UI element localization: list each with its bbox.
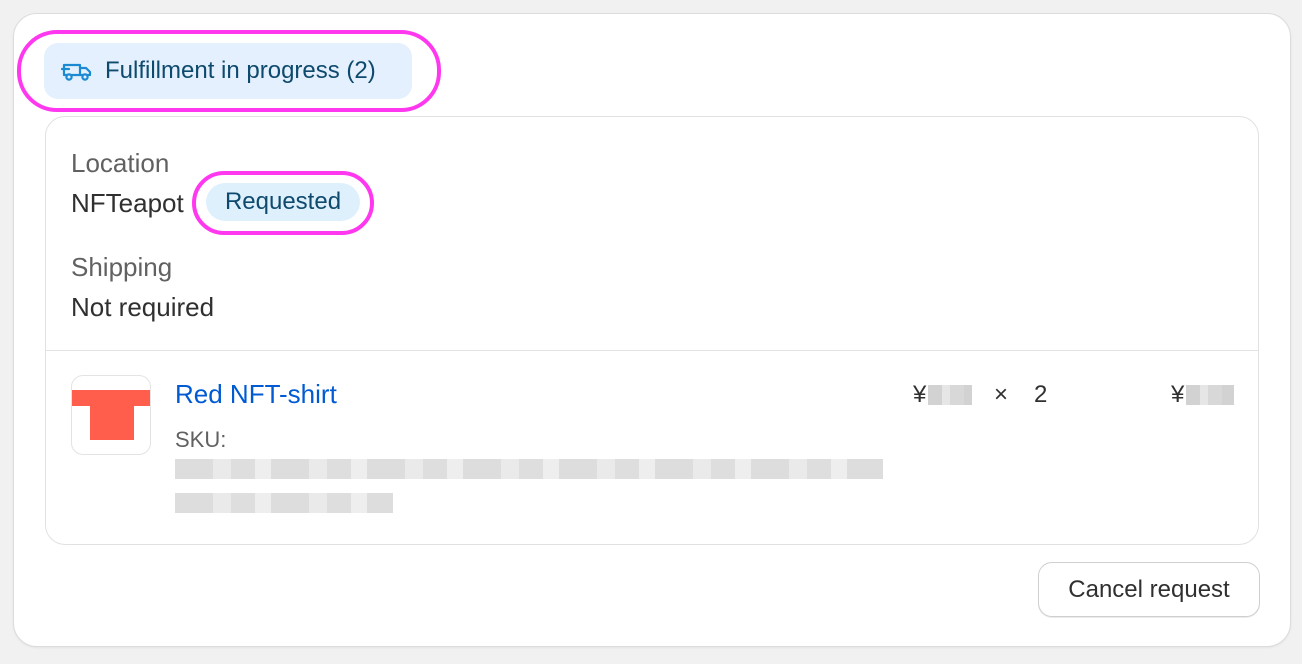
total-price: ¥: [1171, 381, 1235, 409]
cancel-request-button[interactable]: Cancel request: [1038, 562, 1260, 617]
product-thumbnail: [71, 375, 151, 455]
multiply-sign: ×: [994, 381, 1009, 408]
requested-status-badge: Requested: [206, 183, 360, 221]
fulfillment-status-badge: Fulfillment in progress (2): [44, 43, 412, 99]
total-price-currency: ¥: [1171, 381, 1185, 408]
unit-price-currency: ¥: [913, 381, 927, 408]
shipping-label: Shipping: [71, 252, 173, 282]
sku-label: SKU:: [175, 427, 227, 452]
redacted-sku-line-2: [175, 493, 393, 513]
redacted-total-price: [1186, 385, 1235, 405]
shipping-value: Not required: [71, 292, 215, 322]
delivery-truck-icon: [61, 63, 92, 81]
unit-price: ¥: [913, 381, 973, 409]
redacted-sku-line-1: [175, 459, 883, 479]
location-label: Location: [71, 148, 170, 178]
fulfillment-status-label: Fulfillment in progress (2): [105, 57, 376, 84]
redacted-unit-price: [928, 385, 973, 405]
location-value: NFTeapot: [71, 188, 184, 218]
section-divider: [46, 350, 1258, 351]
fulfillment-details-panel: Location NFTeapot Requested Shipping Not…: [45, 116, 1259, 545]
quantity: 2: [1034, 381, 1048, 408]
red-tshirt-icon: [72, 390, 150, 440]
product-title-link[interactable]: Red NFT-shirt: [175, 379, 337, 410]
